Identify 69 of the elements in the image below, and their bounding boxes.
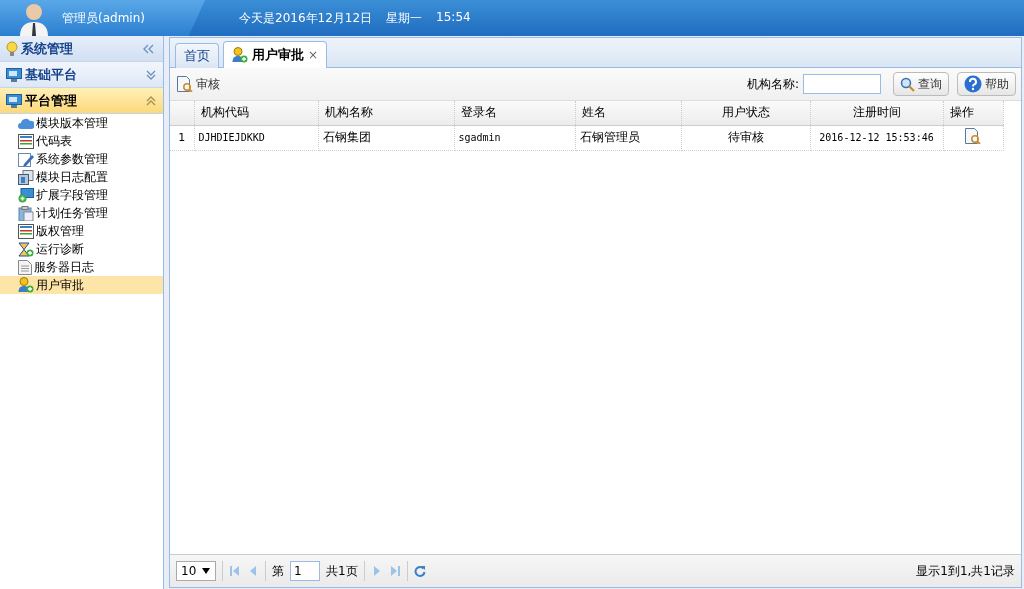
table-cell: 2016-12-12 15:53:46 [810,125,943,150]
nav-item[interactable]: 运行诊断 [0,240,163,258]
table-icon [18,223,34,239]
first-page-icon[interactable] [229,565,241,577]
last-page-icon[interactable] [388,565,401,577]
expand-down-icon[interactable] [145,69,157,80]
nav-item[interactable]: 计划任务管理 [0,204,163,222]
column-header[interactable]: 注册时间 [810,101,943,125]
dropdown-arrow-icon [202,568,211,574]
table-cell: 石钢管理员 [575,125,681,150]
close-button[interactable]: × [308,48,319,62]
page-prefix: 第 [272,562,284,580]
nav-item[interactable]: 模块版本管理 [0,114,163,132]
column-header[interactable]: 用户状态 [681,101,810,125]
nav-item[interactable]: 用户审批 [0,276,163,294]
monitor-plus-icon [18,187,34,203]
table-cell: 待审核 [681,125,810,150]
accordion-header[interactable]: 平台管理 [0,88,163,114]
record-summary: 显示1到1,共1记录 [916,562,1015,580]
column-header[interactable]: 姓名 [575,101,681,125]
clock-time: 15:54 [436,9,471,26]
stacked-windows-icon [18,169,34,185]
clipboard-icon [18,205,34,221]
help-icon [964,75,982,93]
search-button[interactable]: 查询 [893,72,949,96]
document-icon [18,259,32,275]
lightbulb-icon [6,40,18,57]
search-label: 机构名称: [746,75,799,93]
column-header[interactable]: 登录名 [454,101,575,125]
row-number: 1 [170,125,194,150]
collapse-up-icon[interactable] [145,95,157,106]
help-button[interactable]: 帮助 [957,72,1016,96]
monitor-icon [6,93,22,108]
nav-item[interactable]: 系统参数管理 [0,150,163,168]
weekday-text: 星期一 [386,9,423,27]
table-cell: sgadmin [454,125,575,150]
nav-item[interactable]: 服务器日志 [0,258,163,276]
pencil-document-icon [18,151,34,167]
tab[interactable]: 用户审批 × [223,41,328,68]
table-icon [18,133,34,149]
column-header[interactable]: 操作 [943,101,1003,125]
nav-item[interactable]: 扩展字段管理 [0,186,163,204]
nav-item[interactable]: 版权管理 [0,222,163,240]
column-header[interactable]: 机构代码 [194,101,318,125]
approve-button[interactable]: 审核 [175,73,222,95]
page-count: 共1页 [326,562,358,580]
nav-item[interactable]: 模块日志配置 [0,168,163,186]
accordion-header[interactable]: 系统管理 [0,36,163,62]
tab[interactable]: 首页 [175,43,219,68]
page-size-dropdown[interactable]: 10 [176,561,216,581]
user-name: 管理员(admin) [62,9,145,27]
avatar-icon [18,2,50,36]
page-number-field[interactable]: 1 [290,561,320,581]
table-cell: 石钢集团 [318,125,454,150]
column-header[interactable]: 机构名称 [318,101,454,125]
date-text: 今天是2016年12月12日 [239,9,373,27]
magnifier-document-icon[interactable] [965,128,981,144]
user-plus-icon [18,277,34,293]
search-field[interactable] [803,74,881,94]
hourglass-plus-icon [18,241,34,257]
table-cell: DJHDIEJDKKD [194,125,318,150]
monitor-icon [6,67,22,82]
refresh-icon[interactable] [413,565,426,577]
magnifier-document-icon [177,76,193,92]
accordion-header[interactable]: 基础平台 [0,62,163,88]
search-icon [900,76,915,92]
user-plus-icon [232,47,248,63]
nav-item[interactable]: 代码表 [0,132,163,150]
cloud-icon [18,116,34,130]
